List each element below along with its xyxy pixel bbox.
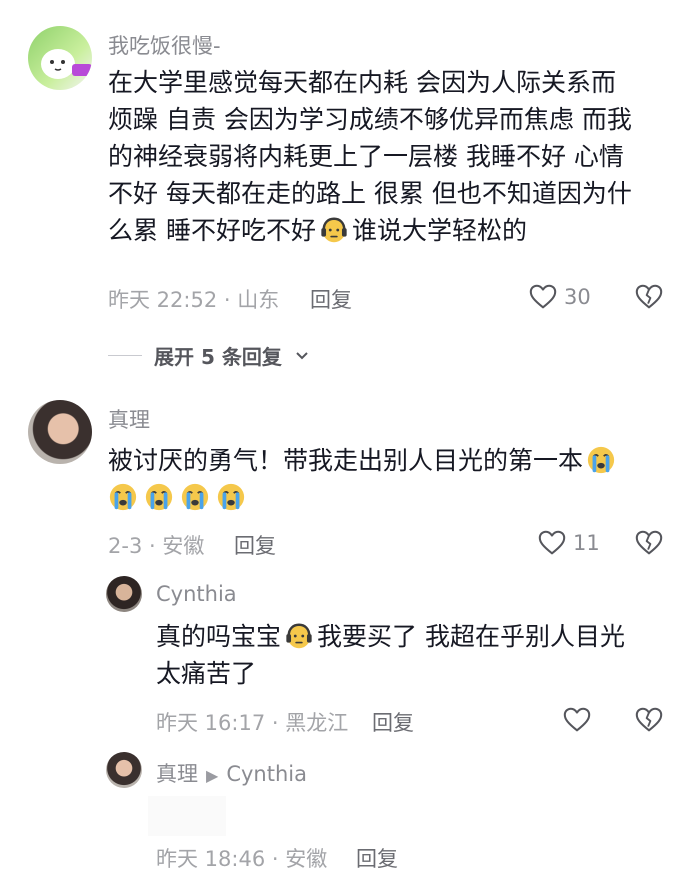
headphone-emoji-icon [284,621,314,651]
comment-time-location: 昨天 22:52 · 山东 [108,288,280,312]
comment-text-segment: 谁说大学轻松的 [351,216,527,245]
comment-item: 真理 被讨厌的勇气！带我走出别人目光的第一本 2-3 · 安徽 回复 11 [0,390,690,570]
reply-text-line: 太痛苦了 [156,659,257,688]
like-count: 30 [564,285,591,309]
heart-icon [537,528,567,558]
reply-button[interactable]: 回复 [356,843,398,873]
comment-username[interactable]: 真理 [108,404,150,434]
comment-item: 我吃饭很慢- 在大学里感觉每天都在内耗 会因为人际关系而 烦躁 自责 会因为学习… [0,0,690,330]
comment-time-location: 2-3 · 安徽 [108,534,205,558]
comment-text-line: 在大学里感觉每天都在内耗 会因为人际关系而 [108,68,616,97]
comment-text-line: 的神经衰弱将内耗更上了一层楼 我睡不好 心情 [108,142,624,171]
reply-item: Cynthia 真的吗宝宝 我要买了 我超在乎别人目光 太痛苦了 昨天 16:17… [0,570,690,740]
avatar[interactable] [28,400,92,464]
comment-text-line: 烦躁 自责 会因为学习成绩不够优异而焦虑 而我 [108,105,632,134]
reply-username[interactable]: 真理 [156,762,198,786]
crying-emoji-icon [144,482,174,512]
dislike-icon[interactable] [634,528,664,558]
reply-time-location: 昨天 18:46 · 安徽 [156,847,328,871]
reply-text-blank [148,796,226,836]
divider [108,355,142,356]
dislike-icon[interactable] [634,705,664,735]
reply-text-segment: 真的吗宝宝 [156,622,282,651]
comment-text-line: 被讨厌的勇气！带我走出别人目光的第一本 [108,442,668,479]
heart-icon [528,282,558,312]
heart-icon[interactable] [562,705,592,735]
chevron-down-icon [296,351,308,359]
reply-username[interactable]: Cynthia [156,582,237,606]
avatar[interactable] [106,752,142,788]
reply-button[interactable]: 回复 [234,530,276,560]
comment-text-line [105,479,668,516]
reply-text: 真的吗宝宝 我要买了 我超在乎别人目光 太痛苦了 [156,618,666,692]
crying-emoji-icon [216,482,246,512]
like-count: 11 [573,531,600,555]
expand-replies-label: 展开 5 条回复 [154,345,282,369]
reply-to-username[interactable]: Cynthia [226,762,307,786]
reply-text-line: 真的吗宝宝 我要买了 我超在乎别人目光 [156,618,666,655]
comment-text: 被讨厌的勇气！带我走出别人目光的第一本 [108,442,668,516]
crying-emoji-icon [180,482,210,512]
avatar-cartoon-icon [41,49,92,79]
like-button[interactable]: 11 [537,528,600,558]
headphone-emoji-icon [319,215,349,245]
reply-text-segment: 我要买了 我超在乎别人目光 [317,622,625,651]
dislike-icon[interactable] [634,282,664,312]
like-button[interactable]: 30 [528,282,591,312]
crying-emoji-icon [586,445,616,475]
reply-header: 真理 ▶ Cynthia [156,758,307,788]
comment-text-line: 么累 睡不好吃不好 谁说大学轻松的 [108,212,668,249]
reply-button[interactable]: 回复 [372,707,414,737]
comment-text: 在大学里感觉每天都在内耗 会因为人际关系而 烦躁 自责 会因为学习成绩不够优异而… [108,64,668,249]
reply-arrow-icon: ▶ [206,766,219,785]
reply-item: 真理 ▶ Cynthia 昨天 18:46 · 安徽 回复 [0,740,690,876]
comment-text-segment: 么累 睡不好吃不好 [108,216,316,245]
comment-username[interactable]: 我吃饭很慢- [108,30,221,60]
crying-emoji-icon [108,482,138,512]
comment-text-line: 不好 每天都在走的路上 很累 但也不知道因为什 [108,179,632,208]
reply-time-location: 昨天 16:17 · 黑龙江 [156,711,349,735]
avatar[interactable] [106,576,142,612]
avatar[interactable] [28,26,92,90]
comment-text-segment: 被讨厌的勇气！带我走出别人目光的第一本 [108,446,584,475]
expand-replies-button[interactable]: 展开 5 条回复 [108,341,310,370]
reply-button[interactable]: 回复 [310,284,352,314]
